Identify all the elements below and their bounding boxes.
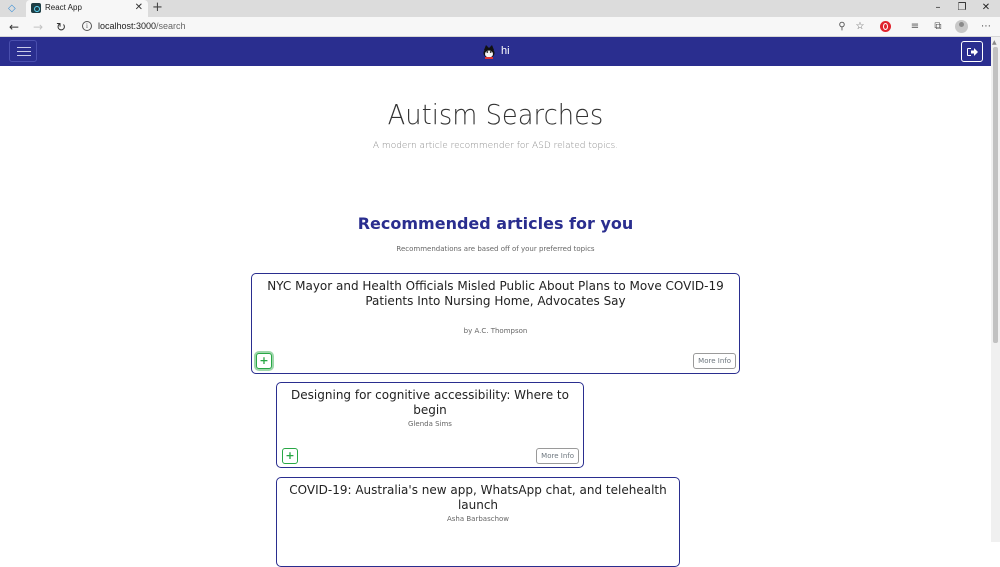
article-card: Designing for cognitive accessibility: W… [276, 382, 584, 468]
profile-avatar-icon[interactable] [955, 20, 968, 33]
article-title[interactable]: COVID-19: Australia's new app, WhatsApp … [277, 483, 679, 513]
site-info-icon[interactable]: i [82, 21, 92, 31]
app-navbar: hi [0, 37, 991, 66]
article-card: COVID-19: Australia's new app, WhatsApp … [276, 477, 680, 567]
collections-icon[interactable]: ⧉ [931, 20, 945, 34]
restore-icon[interactable]: ❐ [950, 0, 974, 16]
page-title: Autism Searches [387, 98, 604, 131]
brand-text: hi [501, 45, 510, 57]
browser-address-bar: ← → ↻ i localhost:3000/search ⚲ ☆ ≡ ⧉ ⋯ [0, 17, 1000, 37]
forward-arrow-icon[interactable]: → [30, 19, 46, 35]
add-article-button[interactable]: + [256, 353, 272, 369]
react-favicon-icon [31, 3, 41, 13]
refresh-icon[interactable]: ↻ [53, 19, 69, 35]
hamburger-line [17, 51, 31, 52]
article-title[interactable]: Designing for cognitive accessibility: W… [277, 388, 583, 418]
recommendations-subtitle: Recommendations are based off of your pr… [396, 245, 595, 253]
article-author: Asha Barbaschow [446, 515, 510, 523]
minimize-icon[interactable]: – [926, 0, 950, 16]
add-article-button[interactable]: + [282, 448, 298, 464]
hamburger-line [17, 55, 31, 56]
favorites-list-icon[interactable]: ≡ [908, 20, 922, 34]
url-field[interactable]: localhost:3000/search [98, 20, 186, 33]
url-path: /search [156, 21, 186, 31]
scroll-up-icon[interactable]: ▲ [992, 39, 997, 46]
hamburger-menu-button[interactable] [9, 40, 37, 62]
logout-button[interactable] [961, 41, 983, 62]
article-author: Glenda Sims [408, 420, 452, 428]
browser-tab-title: React App [45, 3, 82, 12]
sign-out-icon [967, 48, 978, 56]
brand-logo-icon [483, 45, 495, 59]
article-card: NYC Mayor and Health Officials Misled Pu… [251, 273, 740, 374]
more-info-button[interactable]: More Info [693, 353, 736, 369]
article-author: by A.C. Thompson [463, 327, 528, 335]
favorite-star-icon[interactable]: ☆ [853, 20, 867, 34]
more-info-button[interactable]: More Info [536, 448, 579, 464]
browser-tab[interactable]: React App ✕ [26, 0, 148, 17]
more-menu-icon[interactable]: ⋯ [979, 20, 993, 34]
browser-tab-strip: ◇ React App ✕ + – ❐ ✕ [0, 0, 1000, 17]
new-tab-button[interactable]: + [152, 0, 163, 16]
tab-close-icon[interactable]: ✕ [135, 1, 143, 15]
hamburger-line [17, 47, 31, 48]
page-scrollbar[interactable]: ▲ [991, 37, 1000, 542]
recommendations-title: Recommended articles for you [357, 214, 634, 233]
article-title[interactable]: NYC Mayor and Health Officials Misled Pu… [252, 279, 739, 309]
window-close-icon[interactable]: ✕ [974, 0, 998, 16]
key-icon[interactable]: ⚲ [835, 20, 849, 34]
scrollbar-thumb[interactable] [993, 47, 998, 343]
url-host: localhost:3000 [98, 21, 157, 31]
tab-actions-icon[interactable]: ◇ [8, 3, 20, 14]
page-subtitle: A modern article recommender for ASD rel… [372, 141, 619, 151]
back-arrow-icon[interactable]: ← [6, 19, 22, 35]
opera-extension-icon[interactable] [880, 21, 891, 32]
